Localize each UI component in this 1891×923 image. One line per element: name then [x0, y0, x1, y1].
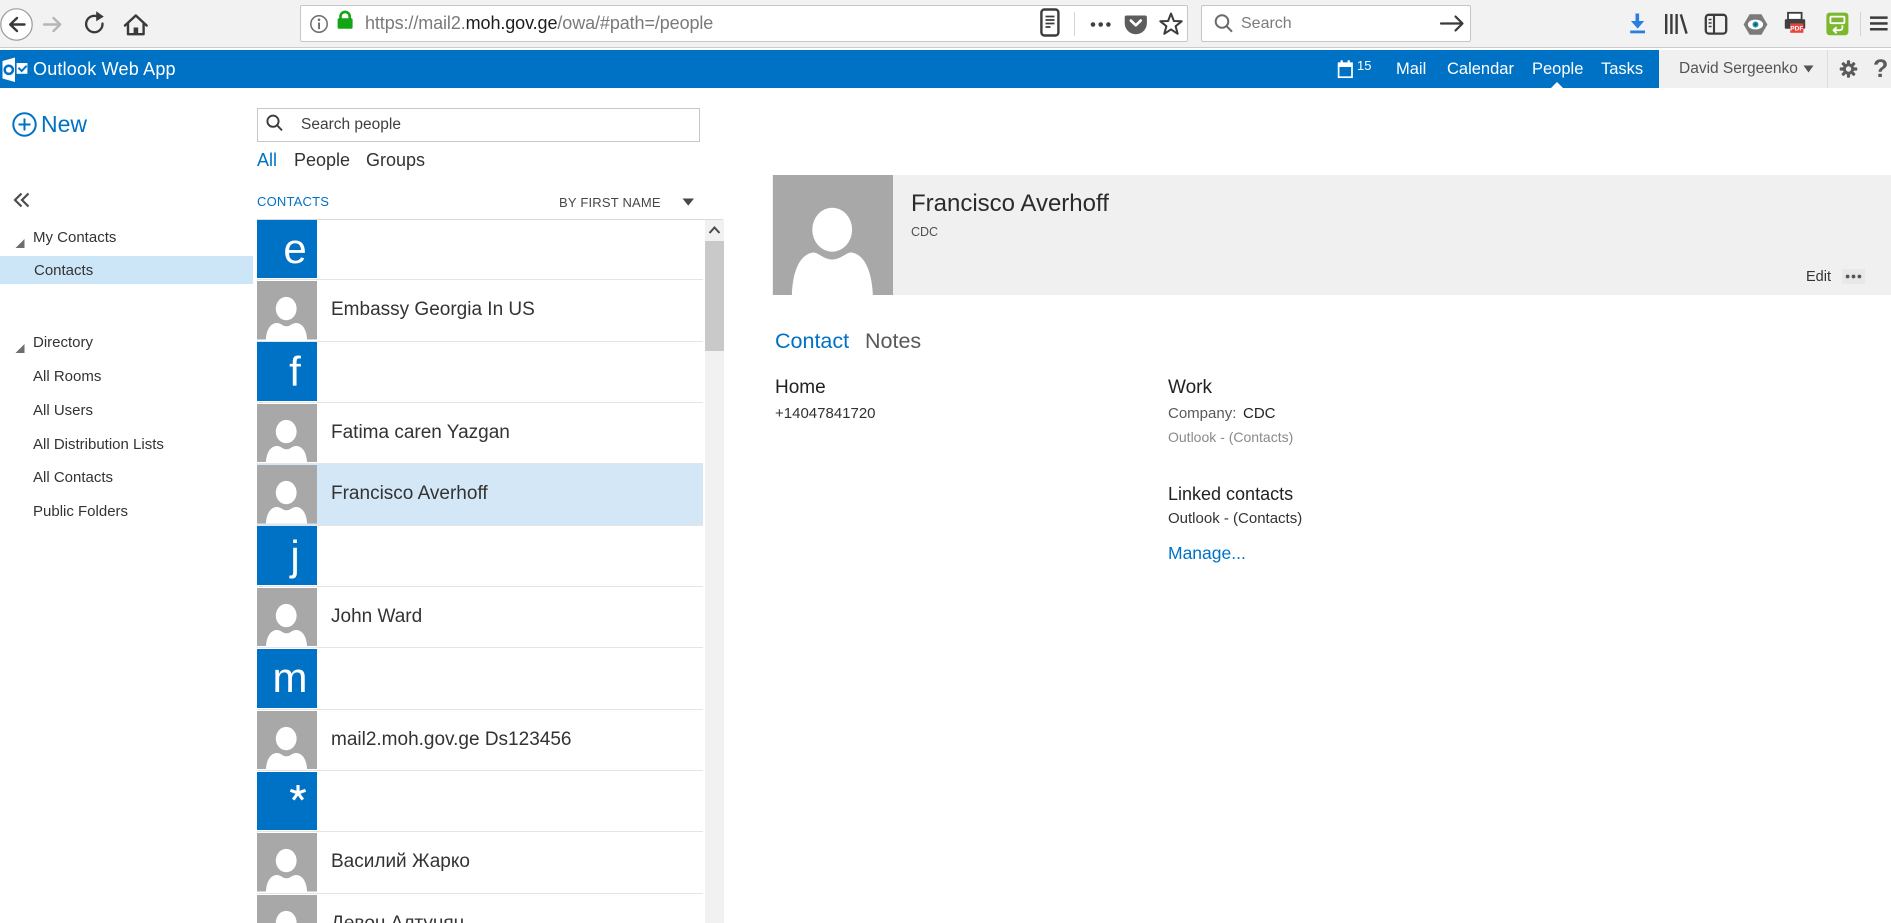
svg-text:PDF: PDF	[1790, 26, 1803, 33]
